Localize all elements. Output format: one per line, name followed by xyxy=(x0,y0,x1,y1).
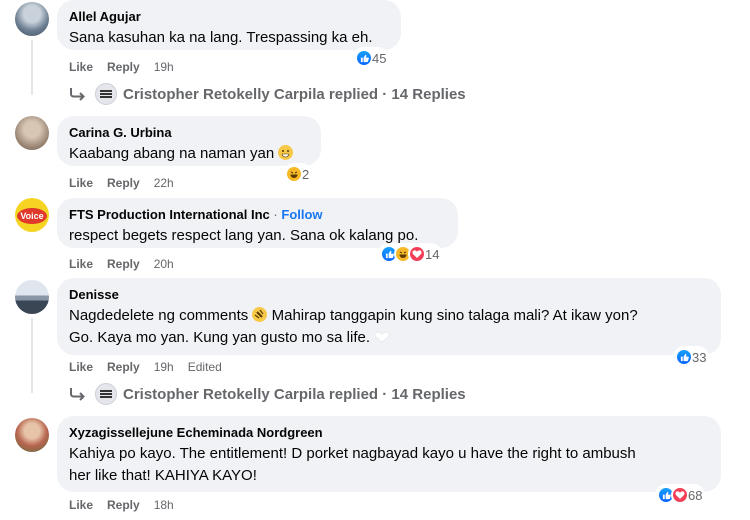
like-button[interactable]: Like xyxy=(69,257,93,271)
comment-author[interactable]: FTS Production International Inc xyxy=(69,207,270,222)
comment-text-line: Kahiya po kayo. The entitlement! D porke… xyxy=(69,445,636,462)
comment-text: Kahiya po kayo. The entitlement! D porke… xyxy=(69,443,709,487)
avatar[interactable] xyxy=(15,280,49,314)
comment-bubble: Allel Agujar Sana kasuhan ka na lang. Tr… xyxy=(57,0,401,50)
follow-button[interactable]: Follow xyxy=(281,207,322,222)
haha-icon xyxy=(285,165,303,183)
reply-button[interactable]: Reply xyxy=(107,176,140,190)
comment-author[interactable]: Carina G. Urbina xyxy=(69,124,309,141)
timestamp[interactable]: 18h xyxy=(154,498,174,512)
comment-bubble: FTS Production International Inc · Follo… xyxy=(57,198,458,248)
view-replies-link[interactable]: Cristopher Retokelly Carpila replied · 1… xyxy=(69,82,466,106)
comment-author[interactable]: Denisse xyxy=(69,286,709,303)
comment-bubble: Carina G. Urbina Kaabang abang na naman … xyxy=(57,116,321,166)
comment-text-line: her like that! KAHIYA KAYO! xyxy=(69,467,257,484)
reaction-summary[interactable]: 45 xyxy=(353,47,390,69)
reply-button[interactable]: Reply xyxy=(107,257,140,271)
reply-arrow-icon xyxy=(70,388,85,401)
comment-text-line: Nagdedelete ng comments xyxy=(69,307,249,324)
avatar[interactable] xyxy=(15,2,49,36)
comment-text: Kaabang abang na naman yan xyxy=(69,143,309,165)
reaction-count: 14 xyxy=(425,246,440,262)
love-icon xyxy=(671,486,689,504)
comment-author-row: FTS Production International Inc · Follo… xyxy=(69,206,446,223)
comment-text-line: Mahirap tanggapin kung sino talaga mali?… xyxy=(267,307,638,324)
reaction-summary[interactable]: 68 xyxy=(655,484,706,506)
thread-line xyxy=(31,40,33,95)
comment-bubble: Denisse Nagdedelete ng comments Mahirap … xyxy=(57,278,721,355)
reaction-count: 68 xyxy=(688,487,703,503)
comment-actions: Like Reply 18h xyxy=(69,497,174,513)
timestamp[interactable]: 22h xyxy=(154,176,174,190)
timestamp[interactable]: 19h xyxy=(154,360,174,374)
replier-avatar xyxy=(95,83,117,105)
replies-count: replied · 14 Replies xyxy=(324,385,466,403)
reply-button[interactable]: Reply xyxy=(107,498,140,512)
reaction-summary[interactable]: 2 xyxy=(283,163,313,185)
reply-button[interactable]: Reply xyxy=(107,60,140,74)
like-icon xyxy=(355,49,373,67)
comment-actions: Like Reply 19h Edited xyxy=(69,359,222,375)
replier-avatar xyxy=(95,383,117,405)
like-icon xyxy=(675,348,693,366)
reply-arrow-icon xyxy=(70,88,85,101)
comment-text-line: Go. Kaya mo yan. Kung yan gusto mo sa li… xyxy=(69,329,370,346)
comment-actions: Like Reply 22h xyxy=(69,175,174,191)
reply-button[interactable]: Reply xyxy=(107,360,140,374)
replier-name: Cristopher Retokelly Carpila xyxy=(123,85,325,103)
replier-name: Cristopher Retokelly Carpila xyxy=(123,385,325,403)
svg-text:Voice: Voice xyxy=(20,211,43,221)
page-logo-avatar[interactable]: Voice xyxy=(15,198,49,232)
love-icon xyxy=(408,245,426,263)
rofl-emoji-icon xyxy=(252,307,268,322)
comment-actions: Like Reply 19h xyxy=(69,59,174,75)
like-button[interactable]: Like xyxy=(69,176,93,190)
comment-text: Sana kasuhan ka na lang. Trespassing ka … xyxy=(69,29,373,46)
like-button[interactable]: Like xyxy=(69,360,93,374)
white-heart-icon xyxy=(374,331,390,343)
thread-line xyxy=(31,318,33,393)
comment-author[interactable]: Allel Agujar xyxy=(69,8,389,25)
comment-text: Nagdedelete ng comments Mahirap tanggapi… xyxy=(69,305,709,349)
reaction-count: 33 xyxy=(692,349,707,365)
avatar[interactable] xyxy=(15,418,49,452)
comment-author[interactable]: Xyzagissellejune Echeminada Nordgreen xyxy=(69,424,709,441)
reaction-count: 45 xyxy=(372,50,387,66)
edited-label[interactable]: Edited xyxy=(188,360,222,374)
timestamp[interactable]: 20h xyxy=(154,257,174,271)
like-button[interactable]: Like xyxy=(69,498,93,512)
comment-text-content: Kaabang abang na naman yan xyxy=(69,145,275,162)
timestamp[interactable]: 19h xyxy=(154,60,174,74)
like-button[interactable]: Like xyxy=(69,60,93,74)
avatar[interactable] xyxy=(15,116,49,150)
comment-bubble: Xyzagissellejune Echeminada Nordgreen Ka… xyxy=(57,416,721,492)
view-replies-link[interactable]: Cristopher Retokelly Carpila replied · 1… xyxy=(69,382,466,406)
grin-emoji-icon xyxy=(278,145,294,160)
replies-count: replied · 14 Replies xyxy=(324,85,466,103)
reaction-count: 2 xyxy=(302,166,310,182)
reaction-summary[interactable]: 14 xyxy=(378,243,443,265)
reaction-summary[interactable]: 33 xyxy=(673,346,710,368)
comment-actions: Like Reply 20h xyxy=(69,256,174,272)
